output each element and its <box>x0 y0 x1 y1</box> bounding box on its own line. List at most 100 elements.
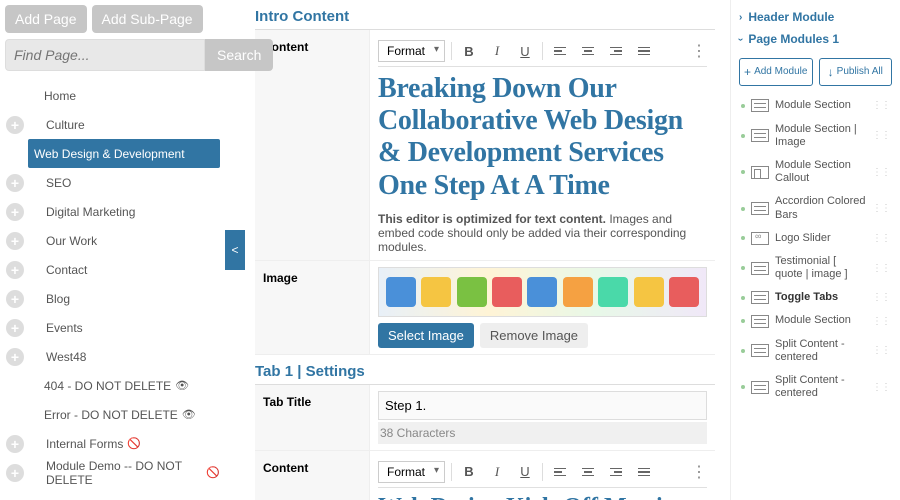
tree-item-label: Culture <box>34 118 85 132</box>
add-child-icon[interactable]: + <box>6 174 24 192</box>
align-right-button[interactable] <box>605 40 627 62</box>
align-center-button[interactable] <box>577 461 599 483</box>
add-module-button[interactable]: +Add Module <box>739 58 813 86</box>
module-type-icon <box>751 166 769 179</box>
module-item[interactable]: Module Section | Image⋮⋮ <box>739 118 892 154</box>
module-item[interactable]: Testimonial [ quote | image ]⋮⋮ <box>739 250 892 286</box>
module-label: Toggle Tabs <box>775 291 866 304</box>
module-item[interactable]: Logo Slider⋮⋮ <box>739 227 892 250</box>
tab1-content-row: Content Format B I U ⋮ Web Design Kick-O… <box>255 451 715 500</box>
drag-grip-icon[interactable]: ⋮⋮ <box>872 263 890 274</box>
editor-body[interactable]: Web Design Kick-Off Meeting Before our c… <box>378 494 707 500</box>
intro-content-header: Intro Content <box>255 2 715 30</box>
add-child-icon[interactable]: + <box>6 232 24 250</box>
page-action-buttons: Add Page Add Sub-Page <box>5 5 220 33</box>
content-editor: Format B I U ⋮ Breaking Down Our Collabo… <box>370 30 715 260</box>
drag-grip-icon[interactable]: ⋮⋮ <box>872 130 890 141</box>
module-label: Module Section Callout <box>775 159 866 185</box>
tree-item[interactable]: +Our Work <box>0 226 220 255</box>
more-options-icon[interactable]: ⋮ <box>691 462 707 482</box>
align-left-button[interactable] <box>549 40 571 62</box>
page-modules-toggle[interactable]: › Page Modules 1 <box>739 28 892 50</box>
search-input[interactable] <box>5 39 205 71</box>
drag-grip-icon[interactable]: ⋮⋮ <box>872 345 890 356</box>
drag-grip-icon[interactable]: ⋮⋮ <box>872 100 890 111</box>
tree-item[interactable]: +Internal Forms🚫 <box>0 429 220 458</box>
tree-item[interactable]: +Contact <box>0 255 220 284</box>
align-right-button[interactable] <box>605 461 627 483</box>
tree-item-label: 404 - DO NOT DELETE <box>6 379 171 393</box>
drag-grip-icon[interactable]: ⋮⋮ <box>872 203 890 214</box>
tree-item[interactable]: Web Design & Development <box>28 139 220 168</box>
ban-icon: 🚫 <box>127 437 141 450</box>
underline-button[interactable]: U <box>514 461 536 483</box>
tree-item[interactable]: 404 - DO NOT DELETE👁 <box>0 371 220 400</box>
align-center-button[interactable] <box>577 40 599 62</box>
bold-button[interactable]: B <box>458 461 480 483</box>
module-item[interactable]: Toggle Tabs ⋮⋮ <box>739 286 892 309</box>
more-options-icon[interactable]: ⋮ <box>691 41 707 61</box>
module-item[interactable]: Split Content - centered⋮⋮ <box>739 369 892 405</box>
tree-item[interactable]: +Module Demo -- DO NOT DELETE🚫 <box>0 458 220 487</box>
module-label: Module Section <box>775 314 866 327</box>
remove-image-button[interactable]: Remove Image <box>480 323 588 348</box>
module-item[interactable]: Split Content - centered ⋮⋮ <box>739 333 892 369</box>
tab-title-label: Tab Title <box>255 385 370 450</box>
module-item[interactable]: Module Section ⋮⋮ <box>739 309 892 332</box>
add-child-icon[interactable]: + <box>6 319 24 337</box>
drag-grip-icon[interactable]: ⋮⋮ <box>872 233 890 244</box>
tree-item[interactable]: +Blog <box>0 284 220 313</box>
tree-item[interactable]: +Events <box>0 313 220 342</box>
publish-all-button[interactable]: ↓Publish All <box>819 58 893 86</box>
module-type-icon <box>751 202 769 215</box>
module-item[interactable]: Module Section Callout ⋮⋮ <box>739 154 892 190</box>
tree-item[interactable]: + Culture <box>0 110 220 139</box>
editor-body[interactable]: Breaking Down Our Collaborative Web Desi… <box>378 73 707 202</box>
add-child-icon[interactable]: + <box>6 435 24 453</box>
add-page-button[interactable]: Add Page <box>5 5 87 33</box>
content-field-row: Content Format B I U ⋮ Breaking Down Our… <box>255 30 715 261</box>
status-dot-icon <box>741 319 745 323</box>
bold-button[interactable]: B <box>458 40 480 62</box>
search-button[interactable]: Search <box>205 39 273 71</box>
underline-button[interactable]: U <box>514 40 536 62</box>
add-child-icon[interactable]: + <box>6 203 24 221</box>
header-module-toggle[interactable]: › Header Module <box>739 6 892 28</box>
select-image-button[interactable]: Select Image <box>378 323 474 348</box>
tree-item[interactable]: +West48 <box>0 342 220 371</box>
italic-button[interactable]: I <box>486 461 508 483</box>
align-left-button[interactable] <box>549 461 571 483</box>
collapse-sidebar-button[interactable]: < <box>225 230 245 270</box>
add-child-icon[interactable]: + <box>6 290 24 308</box>
align-justify-button[interactable] <box>633 461 655 483</box>
add-child-icon[interactable]: + <box>6 261 24 279</box>
add-child-icon[interactable]: + <box>6 116 24 134</box>
italic-button[interactable]: I <box>486 40 508 62</box>
format-select[interactable]: Format <box>378 40 445 62</box>
tree-item[interactable]: +SEO <box>0 168 220 197</box>
tree-item[interactable]: Home <box>0 81 220 110</box>
tab-title-input[interactable] <box>378 391 707 420</box>
module-label: Split Content - centered <box>775 338 866 364</box>
toolbar-divider <box>451 463 452 481</box>
status-dot-icon <box>741 134 745 138</box>
editor-toolbar: Format B I U ⋮ <box>378 36 707 67</box>
content-heading[interactable]: Breaking Down Our Collaborative Web Desi… <box>378 73 707 202</box>
add-sub-page-button[interactable]: Add Sub-Page <box>92 5 203 33</box>
tree-item[interactable]: Error - DO NOT DELETE👁 <box>0 400 220 429</box>
module-item[interactable]: Accordion Colored Bars⋮⋮ <box>739 190 892 226</box>
drag-grip-icon[interactable]: ⋮⋮ <box>872 382 890 393</box>
drag-grip-icon[interactable]: ⋮⋮ <box>872 167 890 178</box>
drag-grip-icon[interactable]: ⋮⋮ <box>872 292 890 303</box>
module-item[interactable]: Module Section⋮⋮ <box>739 94 892 117</box>
status-dot-icon <box>741 296 745 300</box>
tab1-heading[interactable]: Web Design Kick-Off Meeting <box>378 494 707 500</box>
format-select[interactable]: Format <box>378 461 445 483</box>
tab1-content-editor: Format B I U ⋮ Web Design Kick-Off Meeti… <box>370 451 715 500</box>
align-justify-button[interactable] <box>633 40 655 62</box>
drag-grip-icon[interactable]: ⋮⋮ <box>872 316 890 327</box>
add-child-icon[interactable]: + <box>6 348 24 366</box>
add-child-icon[interactable]: + <box>6 464 24 482</box>
toolbar-divider <box>542 463 543 481</box>
tree-item[interactable]: +Digital Marketing <box>0 197 220 226</box>
